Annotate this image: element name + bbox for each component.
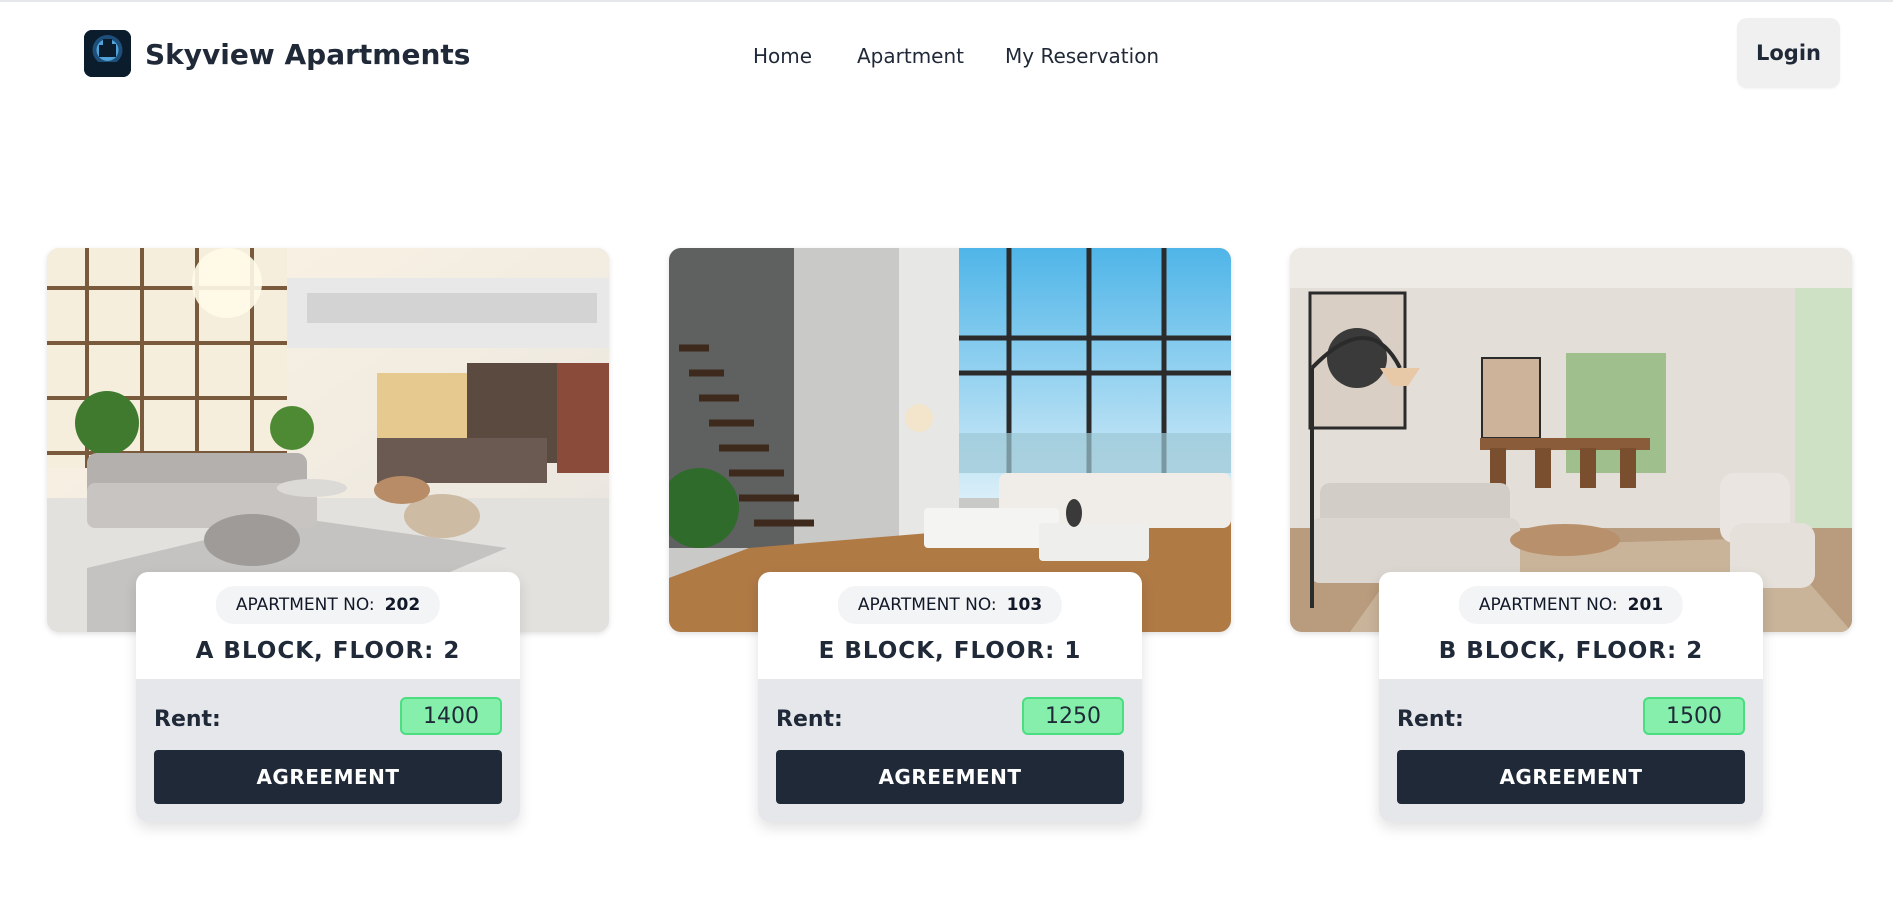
apartment-number: 201: [1627, 595, 1664, 615]
brand-logo[interactable]: [84, 30, 131, 77]
rent-value: 1500: [1643, 697, 1745, 735]
apartment-number: 202: [384, 595, 421, 615]
apartment-info-panel: APARTMENT NO: 103 E BLOCK, FLOOR: 1 Rent…: [758, 572, 1142, 822]
apartment-card: APARTMENT NO: 103 E BLOCK, FLOOR: 1 Rent…: [669, 248, 1231, 836]
apartment-card: APARTMENT NO: 202 A BLOCK, FLOOR: 2 Rent…: [47, 248, 609, 836]
rent-label: Rent:: [154, 707, 221, 732]
apartment-card: APARTMENT NO: 201 B BLOCK, FLOOR: 2 Rent…: [1290, 248, 1852, 836]
apartment-number-label: APARTMENT NO:: [235, 595, 375, 615]
apartment-info-panel: APARTMENT NO: 201 B BLOCK, FLOOR: 2 Rent…: [1379, 572, 1763, 822]
apartment-number: 103: [1006, 595, 1043, 615]
nav-home[interactable]: Home: [753, 44, 812, 68]
agreement-button[interactable]: AGREEMENT: [1397, 750, 1745, 804]
rent-label: Rent:: [776, 707, 843, 732]
apartment-number-badge: APARTMENT NO: 201: [1458, 586, 1684, 624]
apartment-number-label: APARTMENT NO:: [1478, 595, 1618, 615]
rent-value: 1400: [400, 697, 502, 735]
navbar: Skyview Apartments Home Apartment My Res…: [0, 2, 1893, 106]
apartment-location: E BLOCK, FLOOR: 1: [818, 638, 1082, 664]
nav-my-reservation[interactable]: My Reservation: [1005, 44, 1159, 68]
rent-section: Rent: 1250 AGREEMENT: [758, 679, 1142, 822]
apartment-number-label: APARTMENT NO:: [857, 595, 997, 615]
apartment-location: B BLOCK, FLOOR: 2: [1438, 638, 1704, 664]
brand-name[interactable]: Skyview Apartments: [145, 38, 470, 71]
apartment-number-badge: APARTMENT NO: 103: [837, 586, 1063, 624]
login-button[interactable]: Login: [1737, 18, 1840, 88]
apartment-number-badge: APARTMENT NO: 202: [215, 586, 441, 624]
rent-section: Rent: 1400 AGREEMENT: [136, 679, 520, 822]
agreement-button[interactable]: AGREEMENT: [154, 750, 502, 804]
apartment-info-panel: APARTMENT NO: 202 A BLOCK, FLOOR: 2 Rent…: [136, 572, 520, 822]
nav-apartment[interactable]: Apartment: [857, 44, 964, 68]
rent-section: Rent: 1500 AGREEMENT: [1379, 679, 1763, 822]
rent-value: 1250: [1022, 697, 1124, 735]
rent-label: Rent:: [1397, 707, 1464, 732]
apartment-location: A BLOCK, FLOOR: 2: [195, 638, 461, 664]
agreement-button[interactable]: AGREEMENT: [776, 750, 1124, 804]
